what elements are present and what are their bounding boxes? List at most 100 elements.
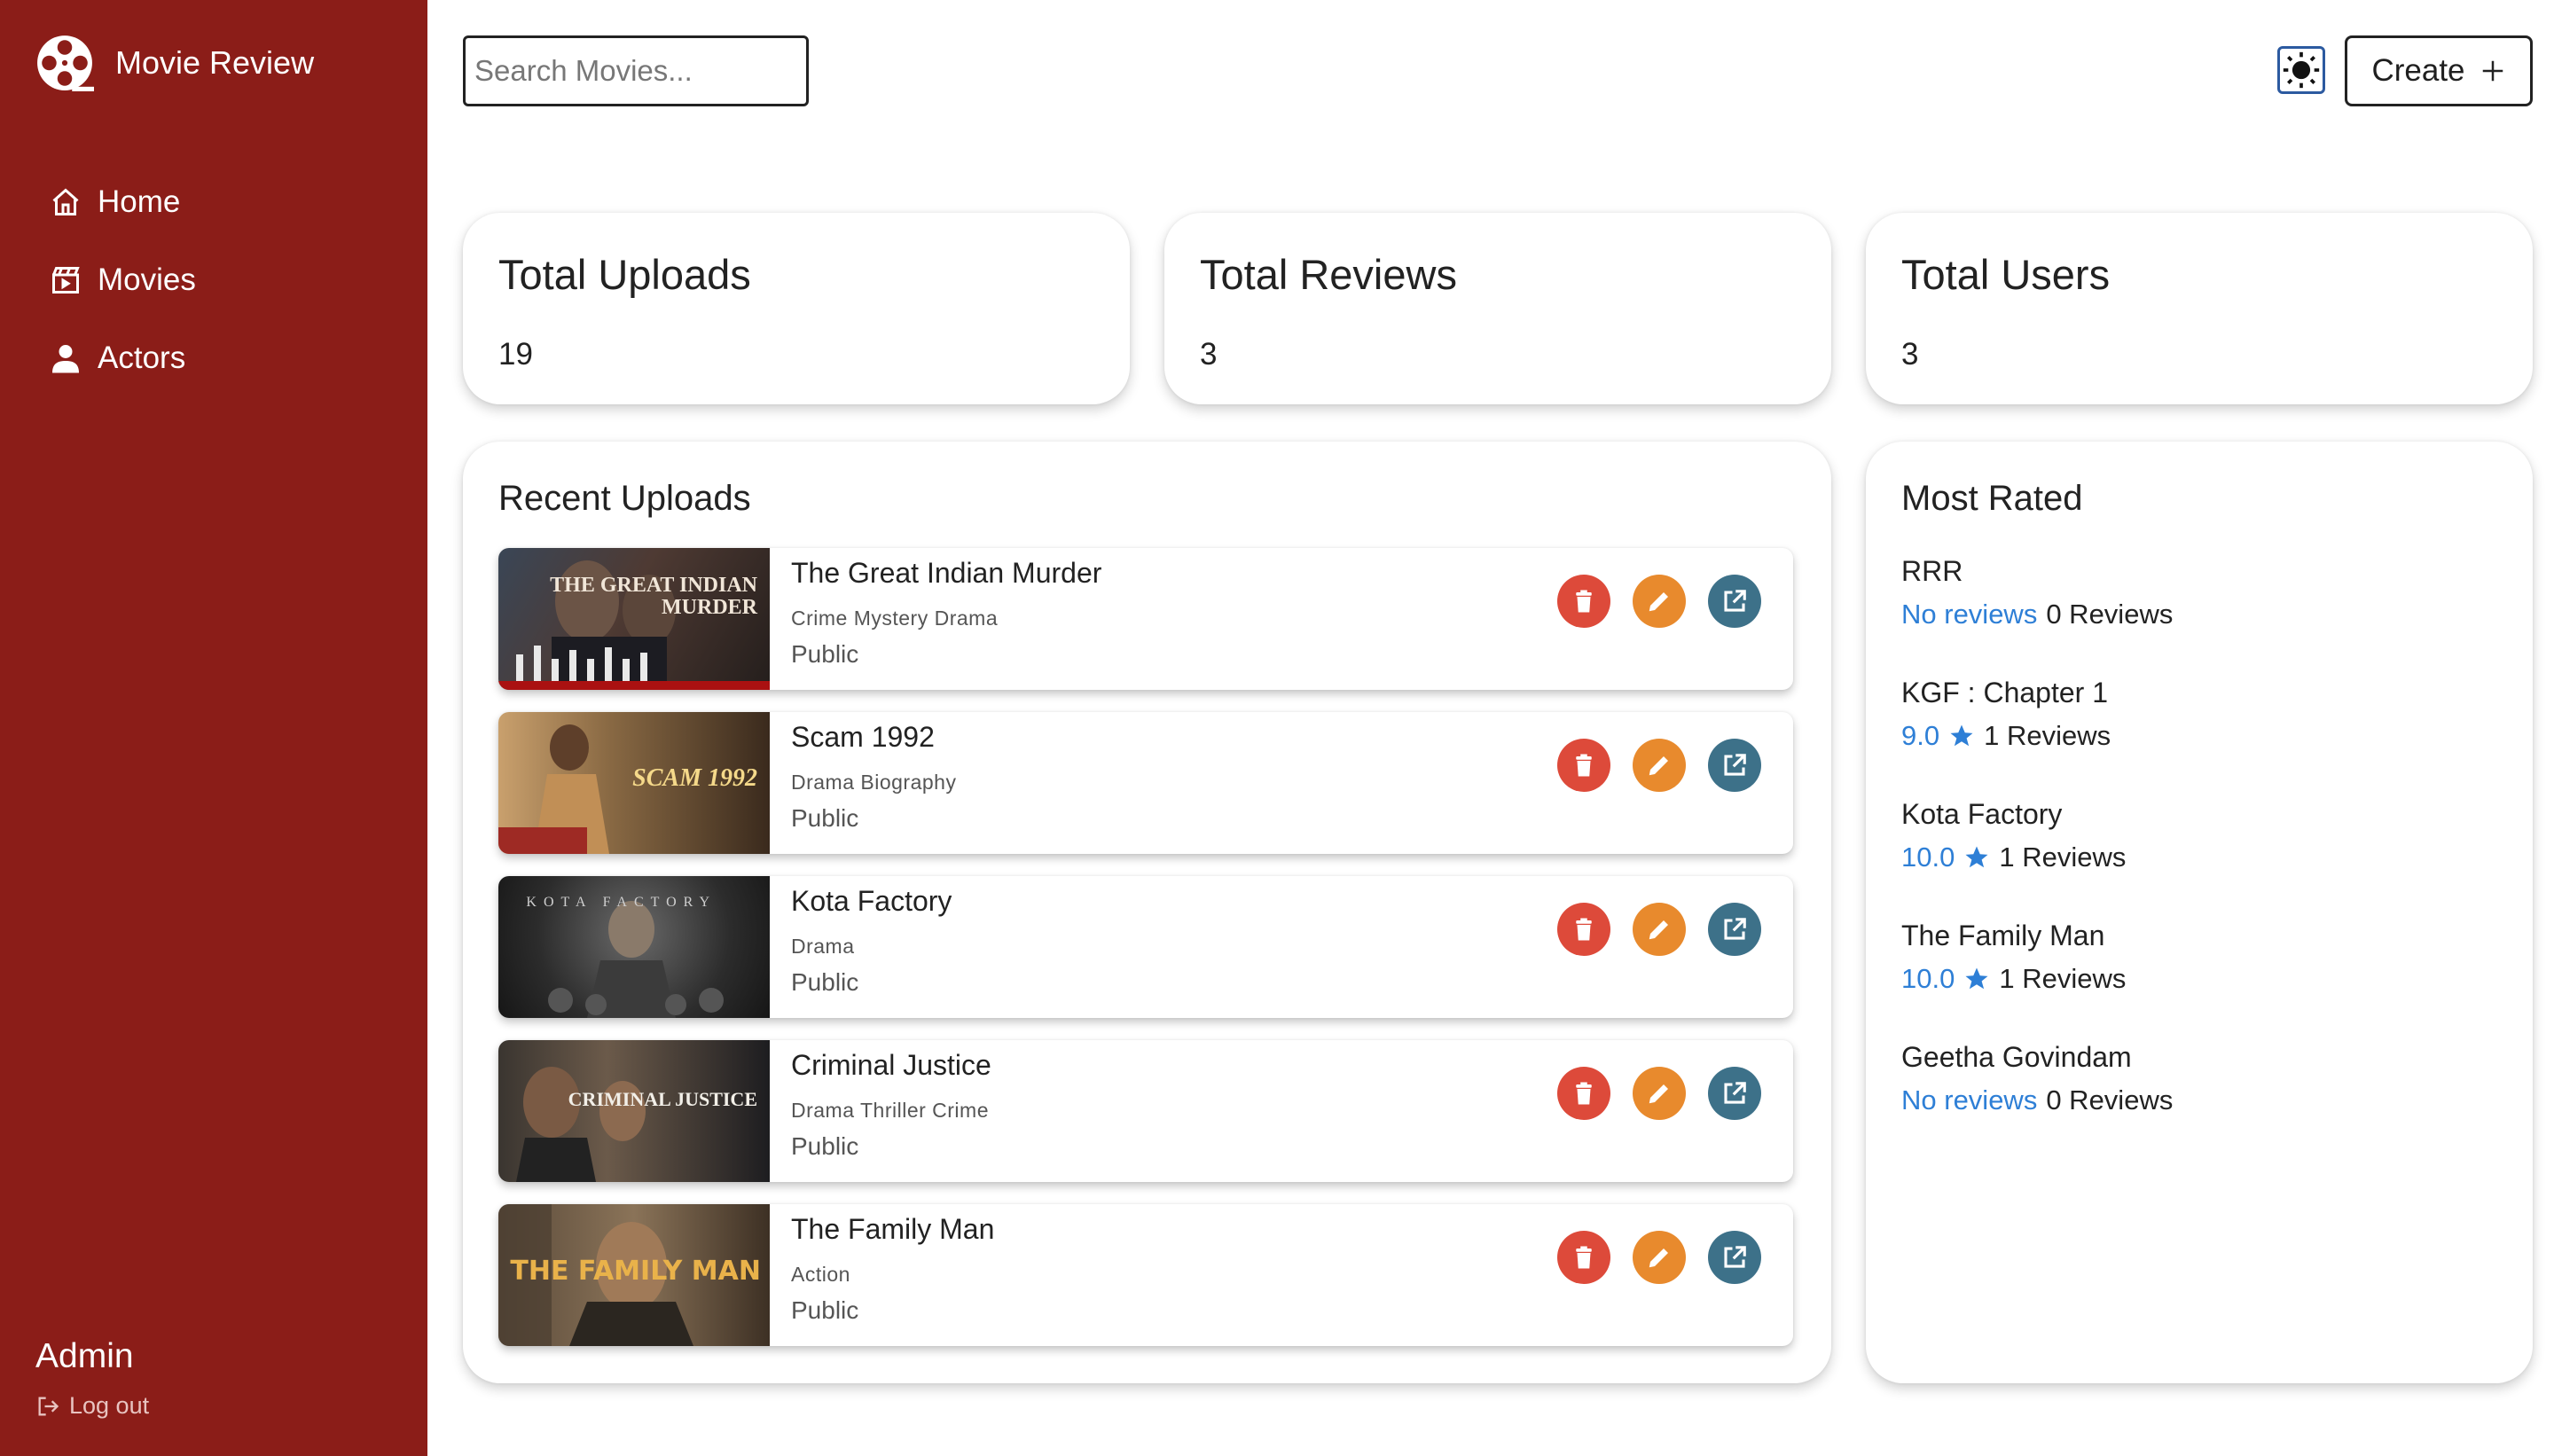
user-icon (52, 345, 79, 373)
pencil-icon (1649, 920, 1668, 940)
clapperboard-icon (52, 267, 80, 294)
plus-icon (2482, 60, 2503, 82)
trash-icon (1576, 1246, 1592, 1269)
delete-button[interactable] (1557, 575, 1610, 628)
movie-genres: Drama Biography (791, 771, 957, 794)
stat-value: 3 (1901, 337, 1919, 372)
delete-button[interactable] (1557, 1067, 1610, 1120)
edit-button[interactable] (1633, 575, 1686, 628)
stat-card-uploads: Total Uploads 19 (463, 213, 1130, 404)
delete-button[interactable] (1557, 903, 1610, 956)
external-link-icon (1724, 1082, 1746, 1104)
theme-toggle-button[interactable] (2277, 46, 2325, 94)
brand[interactable]: Movie Review (35, 34, 314, 92)
open-button[interactable] (1708, 1067, 1761, 1120)
movie-poster: THE FAMILY MAN (498, 1204, 770, 1346)
movie-genres: Drama (791, 935, 855, 958)
create-button[interactable]: Create (2345, 35, 2533, 106)
pencil-icon (1649, 1084, 1668, 1104)
poster-title: THE FAMILY MAN (510, 1256, 761, 1287)
rated-item[interactable]: RRR No reviews 0 Reviews (1901, 555, 2173, 630)
star-icon (1950, 724, 1973, 747)
pencil-icon (1649, 592, 1668, 612)
sidebar: Movie Review Home Movies Actors Admin Lo… (0, 0, 427, 1456)
panel-title: Recent Uploads (498, 479, 751, 518)
edit-button[interactable] (1633, 903, 1686, 956)
user-name: Admin (35, 1337, 134, 1375)
logout-link[interactable]: Log out (35, 1392, 149, 1420)
movie-visibility: Public (791, 804, 859, 832)
rated-movie-title: RRR (1901, 555, 1963, 587)
stat-value: 19 (498, 337, 533, 372)
movie-title: Kota Factory (791, 885, 952, 917)
sidebar-nav: Home Movies Actors (50, 163, 196, 397)
movie-poster: THE GREAT INDIAN MURDER (498, 548, 770, 690)
trash-icon (1576, 918, 1592, 941)
upload-row[interactable]: KOTA FACTORY Kota Factory Drama Public (498, 876, 1793, 1018)
movie-poster: SCAM 1992 (498, 712, 770, 854)
poster-title: KOTA FACTORY (526, 895, 717, 910)
pencil-icon (1649, 1249, 1668, 1268)
sidebar-item-label: Home (98, 184, 181, 219)
trash-icon (1576, 1082, 1592, 1105)
app-title: Movie Review (115, 44, 315, 81)
stat-title: Total Uploads (498, 251, 751, 298)
rated-score: No reviews (1901, 599, 2038, 630)
movie-title: Criminal Justice (791, 1049, 991, 1081)
poster-title: THE GREAT INDIAN MURDER (550, 574, 757, 620)
rated-review-count: 1 Reviews (1999, 963, 2127, 994)
upload-row[interactable]: CRIMINAL JUSTICE Criminal Justice Drama … (498, 1040, 1793, 1182)
upload-row[interactable]: SCAM 1992 Scam 1992 Drama Biography Publ… (498, 712, 1793, 854)
rated-item[interactable]: Kota Factory 10.0 1 Reviews (1901, 798, 2126, 873)
sidebar-item-actors[interactable]: Actors (50, 319, 196, 397)
rated-review-count: 0 Reviews (2046, 1084, 2174, 1115)
rated-movie-title: Geetha Govindam (1901, 1041, 2132, 1073)
poster-title: CRIMINAL JUSTICE (568, 1088, 757, 1110)
rated-review-count: 1 Reviews (1999, 842, 2127, 873)
sun-icon (2283, 51, 2320, 89)
sidebar-item-label: Movies (98, 262, 196, 297)
sidebar-item-label: Actors (98, 341, 186, 375)
movie-poster: CRIMINAL JUSTICE (498, 1040, 770, 1182)
rated-item[interactable]: KGF : Chapter 1 9.0 1 Reviews (1901, 677, 2111, 752)
movie-poster: KOTA FACTORY (498, 876, 770, 1018)
open-button[interactable] (1708, 1231, 1761, 1284)
movie-visibility: Public (791, 1132, 859, 1160)
delete-button[interactable] (1557, 1231, 1610, 1284)
stat-card-users: Total Users 3 (1866, 213, 2533, 404)
edit-button[interactable] (1633, 1231, 1686, 1284)
edit-button[interactable] (1633, 1067, 1686, 1120)
stat-title: Total Users (1901, 251, 2111, 298)
rated-item[interactable]: Geetha Govindam No reviews 0 Reviews (1901, 1041, 2173, 1116)
delete-button[interactable] (1557, 739, 1610, 792)
trash-icon (1576, 590, 1592, 613)
open-button[interactable] (1708, 575, 1761, 628)
edit-button[interactable] (1633, 739, 1686, 792)
poster-art (516, 1067, 646, 1182)
sidebar-item-home[interactable]: Home (50, 163, 196, 241)
upload-row[interactable]: THE GREAT INDIAN MURDER The Great Indian… (498, 548, 1793, 690)
poster-title: SCAM 1992 (632, 764, 757, 792)
panel-title: Most Rated (1901, 479, 2083, 518)
rated-score: 9.0 (1901, 720, 1940, 751)
open-button[interactable] (1708, 739, 1761, 792)
movie-genres: Crime Mystery Drama (791, 607, 999, 630)
sidebar-item-movies[interactable]: Movies (50, 241, 196, 319)
open-button[interactable] (1708, 903, 1761, 956)
star-icon (1965, 846, 1988, 868)
rated-item[interactable]: The Family Man 10.0 1 Reviews (1901, 920, 2126, 995)
external-link-icon (1724, 1246, 1746, 1268)
rated-score: 10.0 (1901, 963, 1955, 994)
logout-label: Log out (69, 1392, 150, 1419)
rated-score: 10.0 (1901, 842, 1955, 873)
logout-icon (38, 1397, 59, 1415)
movie-genres: Drama Thriller Crime (791, 1099, 989, 1122)
rated-movie-title: The Family Man (1901, 920, 2105, 951)
upload-row[interactable]: THE FAMILY MAN The Family Man Action Pub… (498, 1204, 1793, 1346)
rated-review-count: 0 Reviews (2046, 599, 2174, 630)
rated-movie-title: Kota Factory (1901, 798, 2063, 830)
search-input[interactable] (463, 35, 809, 106)
external-link-icon (1724, 590, 1746, 612)
movie-visibility: Public (791, 640, 859, 668)
movie-visibility: Public (791, 968, 859, 996)
